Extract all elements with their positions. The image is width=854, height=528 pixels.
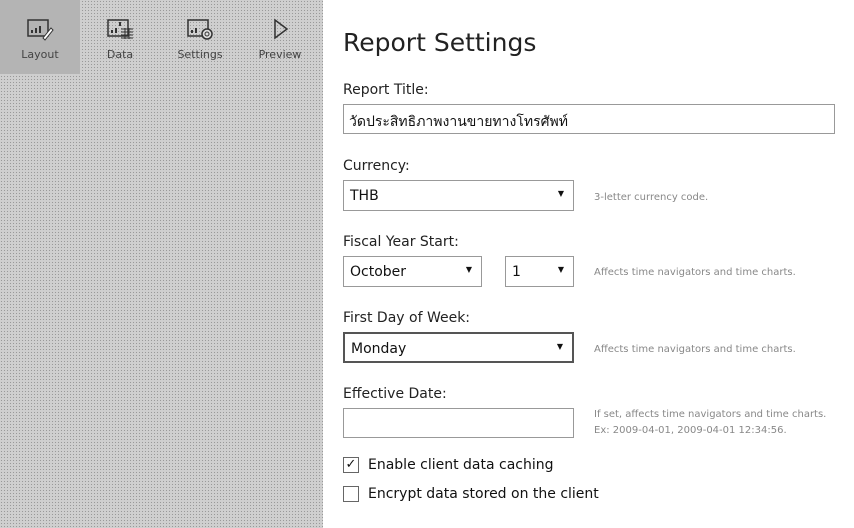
settings-chart-gear-icon [187,19,213,40]
fiscal-day-select[interactable]: 1 ▼ [505,256,574,287]
first-day-hint: Affects time navigators and time charts. [594,344,796,355]
fiscal-hint: Affects time navigators and time charts. [594,267,796,278]
first-day-select[interactable]: Monday ▼ [343,332,574,363]
chevron-down-icon: ▼ [557,265,564,274]
first-day-value: Monday [351,341,407,357]
caching-label: Enable client data caching [368,457,554,473]
first-day-label: First Day of Week: [343,310,471,326]
chevron-down-icon: ▼ [465,265,472,274]
report-title-label: Report Title: [343,82,429,98]
chevron-down-icon: ▼ [557,189,564,198]
fiscal-month-value: October [350,264,407,280]
data-chart-table-icon [107,19,133,39]
effective-hint-2: Ex: 2009-04-01, 2009-04-01 12:34:56. [594,425,787,436]
caching-checkbox[interactable]: ✓ Enable client data caching [343,457,554,473]
chevron-down-icon: ▼ [556,342,563,351]
encrypt-checkbox[interactable]: Encrypt data stored on the client [343,486,599,502]
effective-date-input[interactable] [343,408,574,438]
report-title-input[interactable]: วัดประสิทธิภาพงานขายทางโทรศัพท์ [343,104,835,134]
currency-select[interactable]: THB ▼ [343,180,574,211]
tab-layout[interactable]: Layout [0,0,80,74]
tab-settings[interactable]: Settings [160,0,240,74]
tab-data[interactable]: Data [80,0,160,74]
checkmark-icon: ✓ [343,457,359,473]
effective-date-label: Effective Date: [343,386,447,402]
fiscal-day-value: 1 [512,264,521,280]
fiscal-year-label: Fiscal Year Start: [343,234,459,250]
page-title: Report Settings [343,28,537,57]
currency-hint: 3-letter currency code. [594,192,709,203]
tab-bar: Layout Data Settings Preview [0,0,323,74]
encrypt-label: Encrypt data stored on the client [368,486,599,502]
currency-label: Currency: [343,158,410,174]
effective-hint-1: If set, affects time navigators and time… [594,409,827,420]
layout-chart-pencil-icon [27,19,54,41]
sidebar: Layout Data Settings Preview [0,0,323,528]
play-icon [274,18,289,40]
fiscal-month-select[interactable]: October ▼ [343,256,482,287]
tab-preview[interactable]: Preview [240,0,320,74]
checkbox-empty-icon [343,486,359,502]
currency-value: THB [350,188,379,204]
